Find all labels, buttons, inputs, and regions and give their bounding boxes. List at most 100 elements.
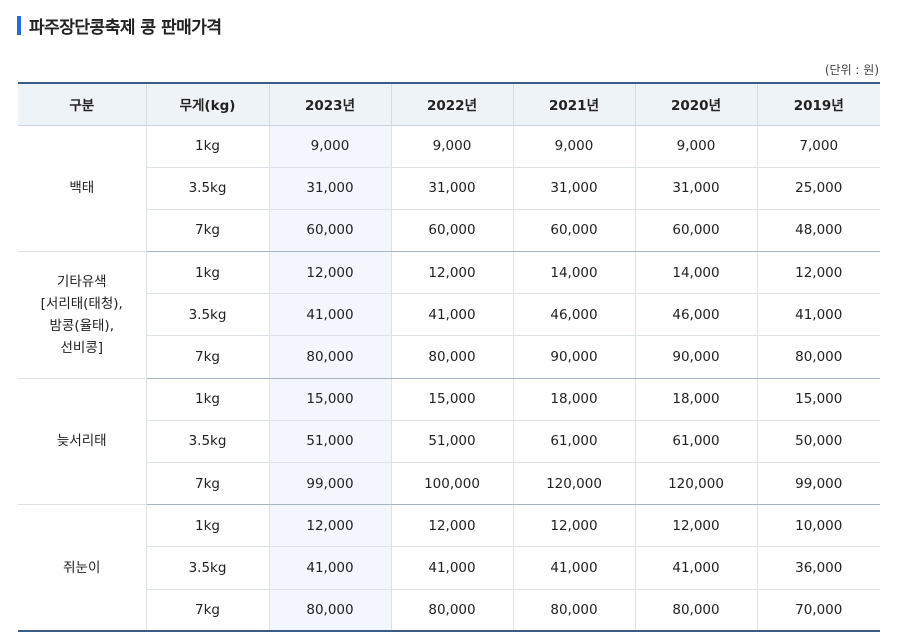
page-header: 파주장단콩축제 콩 판매가격 [17,13,222,38]
weight-cell: 1kg [145,125,269,168]
price-cell: 41,000 [756,293,880,337]
table-row: 7kg 60,000 60,000 60,000 60,000 48,000 [18,209,880,253]
price-cell: 70,000 [756,589,880,632]
weight-cell: 7kg [145,589,269,632]
price-cell: 14,000 [634,251,757,295]
weight-cell: 1kg [145,378,269,421]
price-cell: 12,000 [756,251,880,295]
price-cell: 15,000 [756,378,880,421]
header-year-2022: 2022년 [390,83,513,126]
price-cell: 60,000 [512,209,635,253]
price-cell: 41,000 [634,546,757,590]
price-cell: 80,000 [268,335,391,379]
price-cell: 9,000 [634,125,757,168]
weight-cell: 3.5kg [145,420,269,464]
table-row: 쥐눈이 1kg 12,000 12,000 12,000 12,000 10,0… [18,504,880,632]
price-cell: 48,000 [756,209,880,253]
category-cell: 백태 [18,125,146,253]
price-cell: 51,000 [390,420,513,464]
price-cell: 80,000 [390,335,513,379]
price-cell: 7,000 [756,125,880,168]
unit-note: (단위 : 원) [824,63,879,77]
price-cell: 50,000 [756,420,880,464]
price-cell: 80,000 [756,335,880,379]
price-cell: 41,000 [390,293,513,337]
price-cell: 60,000 [390,209,513,253]
price-cell: 31,000 [390,167,513,210]
category-line: 밤콩(율태), [49,317,114,334]
price-cell: 12,000 [390,504,513,548]
category-line: 선비콩] [60,339,104,356]
header-year-2021: 2021년 [512,83,635,126]
table-row: 3.5kg 41,000 41,000 46,000 46,000 41,000 [18,293,880,337]
price-cell: 18,000 [634,378,757,421]
price-cell: 36,000 [756,546,880,590]
price-cell: 41,000 [390,546,513,590]
price-cell: 15,000 [390,378,513,421]
table-row: 7kg 99,000 100,000 120,000 120,000 99,00… [18,462,880,506]
price-cell: 80,000 [634,589,757,632]
price-cell: 51,000 [268,420,391,464]
price-table: 구분 무게(kg) 2023년 2022년 2021년 2020년 2019년 … [18,82,880,633]
table-row: 7kg 80,000 80,000 90,000 90,000 80,000 [18,335,880,379]
price-cell: 41,000 [512,546,635,590]
price-cell: 99,000 [756,462,880,506]
header-weight: 무게(kg) [145,83,269,126]
price-cell: 90,000 [512,335,635,379]
price-cell: 90,000 [634,335,757,379]
price-cell: 9,000 [512,125,635,168]
price-cell: 9,000 [268,125,391,168]
price-cell: 46,000 [634,293,757,337]
price-cell: 9,000 [390,125,513,168]
table-row: 3.5kg 41,000 41,000 41,000 41,000 36,000 [18,546,880,590]
price-cell: 80,000 [268,589,391,632]
price-cell: 31,000 [512,167,635,210]
header-year-2020: 2020년 [634,83,757,126]
price-cell: 14,000 [512,251,635,295]
weight-cell: 3.5kg [145,293,269,337]
price-cell: 80,000 [390,589,513,632]
price-cell: 25,000 [756,167,880,210]
header-year-2019: 2019년 [756,83,880,126]
page-title: 파주장단콩축제 콩 판매가격 [29,17,222,38]
price-cell: 61,000 [512,420,635,464]
price-cell: 12,000 [268,504,391,548]
header-year-2023: 2023년 [268,83,391,126]
price-cell: 60,000 [268,209,391,253]
table-row: 백태 1kg 9,000 9,000 9,000 9,000 7,000 [18,125,880,253]
category-cell: 기타유색 [서리태(태청), 밤콩(율태), 선비콩] [18,251,146,379]
price-cell: 12,000 [634,504,757,548]
category-line: [서리태(태청), [40,295,123,312]
weight-cell: 7kg [145,209,269,253]
title-accent-bar [17,15,21,35]
header-category: 구분 [18,83,146,126]
price-cell: 120,000 [512,462,635,506]
price-cell: 41,000 [268,546,391,590]
table-row: 3.5kg 51,000 51,000 61,000 61,000 50,000 [18,420,880,464]
price-cell: 31,000 [634,167,757,210]
price-cell: 12,000 [512,504,635,548]
price-cell: 80,000 [512,589,635,632]
price-cell: 60,000 [634,209,757,253]
price-cell: 41,000 [268,293,391,337]
weight-cell: 3.5kg [145,546,269,590]
price-cell: 18,000 [512,378,635,421]
price-cell: 31,000 [268,167,391,210]
weight-cell: 1kg [145,251,269,295]
weight-cell: 3.5kg [145,167,269,210]
category-cell: 늦서리태 [18,378,146,506]
weight-cell: 7kg [145,335,269,379]
price-cell: 61,000 [634,420,757,464]
table-header-row: 구분 무게(kg) 2023년 2022년 2021년 2020년 2019년 [18,83,880,126]
price-cell: 99,000 [268,462,391,506]
price-cell: 15,000 [268,378,391,421]
table-row: 기타유색 [서리태(태청), 밤콩(율태), 선비콩] 1kg 12,000 1… [18,251,880,379]
category-line: 기타유색 [56,273,107,290]
price-cell: 12,000 [390,251,513,295]
weight-cell: 1kg [145,504,269,548]
table-row: 7kg 80,000 80,000 80,000 80,000 70,000 [18,589,880,632]
price-cell: 12,000 [268,251,391,295]
price-cell: 100,000 [390,462,513,506]
price-cell: 46,000 [512,293,635,337]
category-cell: 쥐눈이 [18,504,146,632]
